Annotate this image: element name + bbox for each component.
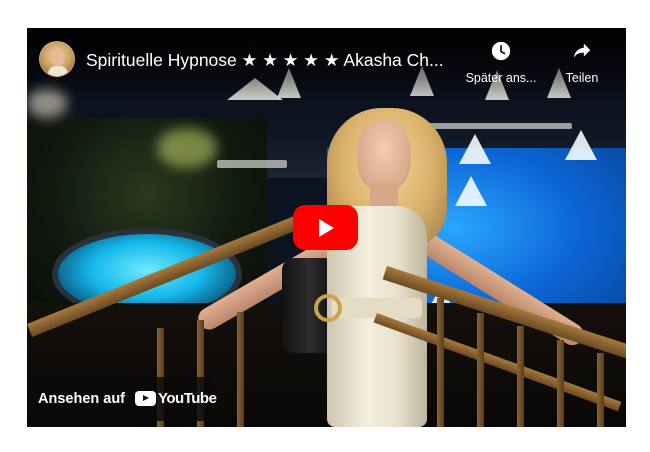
railing-baluster <box>597 353 604 427</box>
youtube-logo-icon <box>135 391 156 406</box>
share-label: Teilen <box>565 71 599 85</box>
avatar-body <box>48 66 68 76</box>
railing-baluster <box>517 326 524 427</box>
share-arrow-icon <box>573 43 591 58</box>
railing-baluster <box>557 340 564 427</box>
watch-on-label: Ansehen auf <box>38 391 126 407</box>
railing-baluster <box>477 313 484 427</box>
watch-on-youtube-button[interactable]: Ansehen auf YouTube <box>27 377 217 421</box>
youtube-wordmark: YouTube <box>158 390 217 407</box>
youtube-play-glyph <box>143 395 149 401</box>
light-pyramid <box>455 176 487 206</box>
light-pyramid <box>565 130 597 160</box>
watch-later-button[interactable]: Später ans... <box>460 40 542 85</box>
channel-avatar[interactable] <box>39 41 75 77</box>
sun-lounger <box>422 123 572 129</box>
light-pyramid <box>459 134 491 164</box>
clock-icon <box>491 41 511 61</box>
video-title[interactable]: Spirituelle Hypnose ★ ★ ★ ★ ★ Akasha Ch.… <box>86 48 456 72</box>
sun-lounger <box>217 160 287 168</box>
play-button[interactable] <box>293 205 358 250</box>
watch-later-label: Später ans... <box>465 71 537 85</box>
avatar-face <box>52 51 64 66</box>
play-icon <box>319 219 334 237</box>
face <box>357 120 411 192</box>
share-button[interactable]: Teilen <box>557 40 607 85</box>
youtube-embed-player[interactable]: Spirituelle Hypnose ★ ★ ★ ★ ★ Akasha Ch.… <box>27 28 626 427</box>
railing-baluster <box>237 312 244 427</box>
belt-buckle <box>314 294 342 322</box>
lamp-glow <box>157 128 217 168</box>
railing-baluster <box>437 298 444 427</box>
